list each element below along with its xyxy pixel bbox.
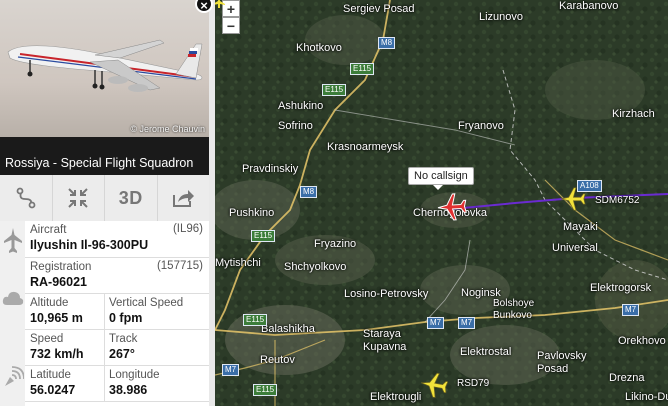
route-button[interactable] — [0, 175, 53, 221]
flight-details: Aircraft Ilyushin Il-96-300PU (IL96) Reg… — [25, 221, 209, 406]
road-shield: M7 — [622, 304, 640, 316]
vertical-speed-value: 0 fpm — [109, 311, 143, 325]
city-label: Likino-Dulyovo — [625, 391, 668, 403]
cloud-icon — [0, 289, 25, 307]
photo-credit: © Jerome Chauvin — [130, 124, 205, 134]
flight-label[interactable]: RSD79 — [457, 378, 489, 389]
road-shield: M7 — [222, 364, 240, 376]
flight-info-panel: © Jerome Chauvin Rossiya - Special Fligh… — [0, 0, 209, 406]
aircraft-photo: © Jerome Chauvin — [0, 0, 209, 137]
city-label: Balashikha — [261, 323, 315, 335]
city-label: Krasnoarmeysk — [327, 141, 404, 153]
altitude-value: 10,965 m — [30, 311, 83, 325]
close-icon: × — [200, 0, 208, 13]
latitude-value: 56.0247 — [30, 383, 76, 397]
city-label: Lizunovo — [479, 11, 524, 23]
city-label: Pravdinskiy — [242, 163, 299, 175]
longitude-label: Longitude — [109, 369, 160, 381]
road-shield: E115 — [350, 63, 375, 75]
road-shield: E115 — [322, 84, 347, 96]
share-button[interactable] — [158, 175, 210, 221]
position-row: Latitude 56.0247 Longitude 38.986 — [25, 366, 209, 402]
track-value: 267° — [109, 347, 135, 361]
road-shield: E115 — [251, 230, 276, 242]
longitude-value: 38.986 — [109, 383, 148, 397]
road-shield: M8 — [378, 37, 396, 49]
registration-code: (157715) — [156, 260, 203, 272]
city-label: Elektrostal — [460, 346, 512, 358]
city-label: Bolshoye Bunkovo — [493, 298, 535, 321]
airline-title: Rossiya - Special Flight Squadron — [0, 137, 209, 175]
speed-row: Speed 732 km/h Track 267° — [25, 330, 209, 366]
city-label: Kirzhach — [612, 108, 655, 120]
city-label: Pavlovsky Posad — [537, 350, 587, 375]
city-label: Fryazino — [314, 238, 357, 250]
city-label: Khotkovo — [296, 42, 342, 54]
altitude-label: Altitude — [30, 297, 69, 309]
aircraft-value: Ilyushin Il-96-300PU — [30, 238, 149, 252]
share-icon — [173, 190, 195, 207]
city-label: Staraya Kupavna — [363, 328, 407, 353]
airplane-icon — [0, 227, 25, 255]
city-label: Ashukino — [278, 100, 324, 112]
route-icon — [16, 187, 36, 209]
collapse-arrows-icon — [68, 188, 88, 208]
city-label: Pushkino — [229, 207, 275, 219]
aircraft-icon[interactable] — [215, 0, 225, 10]
aircraft-type-code: (IL96) — [172, 223, 203, 235]
road-shield: E115 — [253, 384, 278, 396]
road-shield: M8 — [300, 186, 318, 198]
section-icons — [0, 221, 25, 406]
city-label: Drezna — [609, 372, 645, 384]
satellite-map[interactable]: + − Sergiev Posad Lizunovo Karabanovo Kh… — [215, 0, 668, 406]
aircraft-icon[interactable] — [560, 186, 586, 212]
registration-value: RA-96021 — [30, 275, 87, 289]
aircraft-row: Aircraft Ilyushin Il-96-300PU (IL96) — [25, 221, 209, 258]
selected-aircraft-icon[interactable] — [437, 192, 467, 222]
city-label: Sofrino — [278, 120, 313, 132]
signal-antenna-icon — [0, 366, 25, 388]
3d-view-button[interactable]: 3D — [105, 175, 158, 221]
latitude-label: Latitude — [30, 369, 71, 381]
road-shield: M7 — [458, 317, 476, 329]
city-label: Reutov — [260, 354, 295, 366]
vertical-speed-label: Vertical Speed — [109, 297, 184, 309]
city-label: Universal — [552, 242, 598, 254]
city-label: Karabanovo — [559, 0, 619, 12]
zoom-out-button[interactable]: − — [222, 17, 240, 34]
altitude-row: Altitude 10,965 m Vertical Speed 0 fpm — [25, 294, 209, 330]
registration-row: Registration RA-96021 (157715) — [25, 258, 209, 294]
city-label: Mytishchi — [215, 257, 261, 269]
speed-label: Speed — [30, 333, 64, 345]
city-label: Sergiev Posad — [343, 3, 415, 15]
track-label: Track — [109, 333, 138, 345]
city-label: Orekhovo — [618, 335, 666, 347]
aircraft-icon[interactable] — [420, 371, 448, 399]
city-label: Mayaki — [563, 221, 598, 233]
panel-toolbar: 3D — [0, 175, 209, 222]
flight-label[interactable]: SDM6752 — [595, 195, 639, 206]
road-shield: E115 — [243, 314, 268, 326]
collapse-button[interactable] — [53, 175, 105, 221]
speed-value: 732 km/h — [30, 347, 84, 361]
selected-flight-callsign: No callsign — [408, 167, 474, 190]
city-label: Fryanovo — [458, 120, 504, 132]
road-shield: M7 — [427, 317, 445, 329]
city-label: Elektrogorsk — [590, 282, 652, 294]
city-label: Losino-Petrovsky — [344, 288, 429, 300]
city-label: Elektrougli — [370, 391, 422, 403]
city-label: Shchyolkovo — [284, 261, 347, 273]
